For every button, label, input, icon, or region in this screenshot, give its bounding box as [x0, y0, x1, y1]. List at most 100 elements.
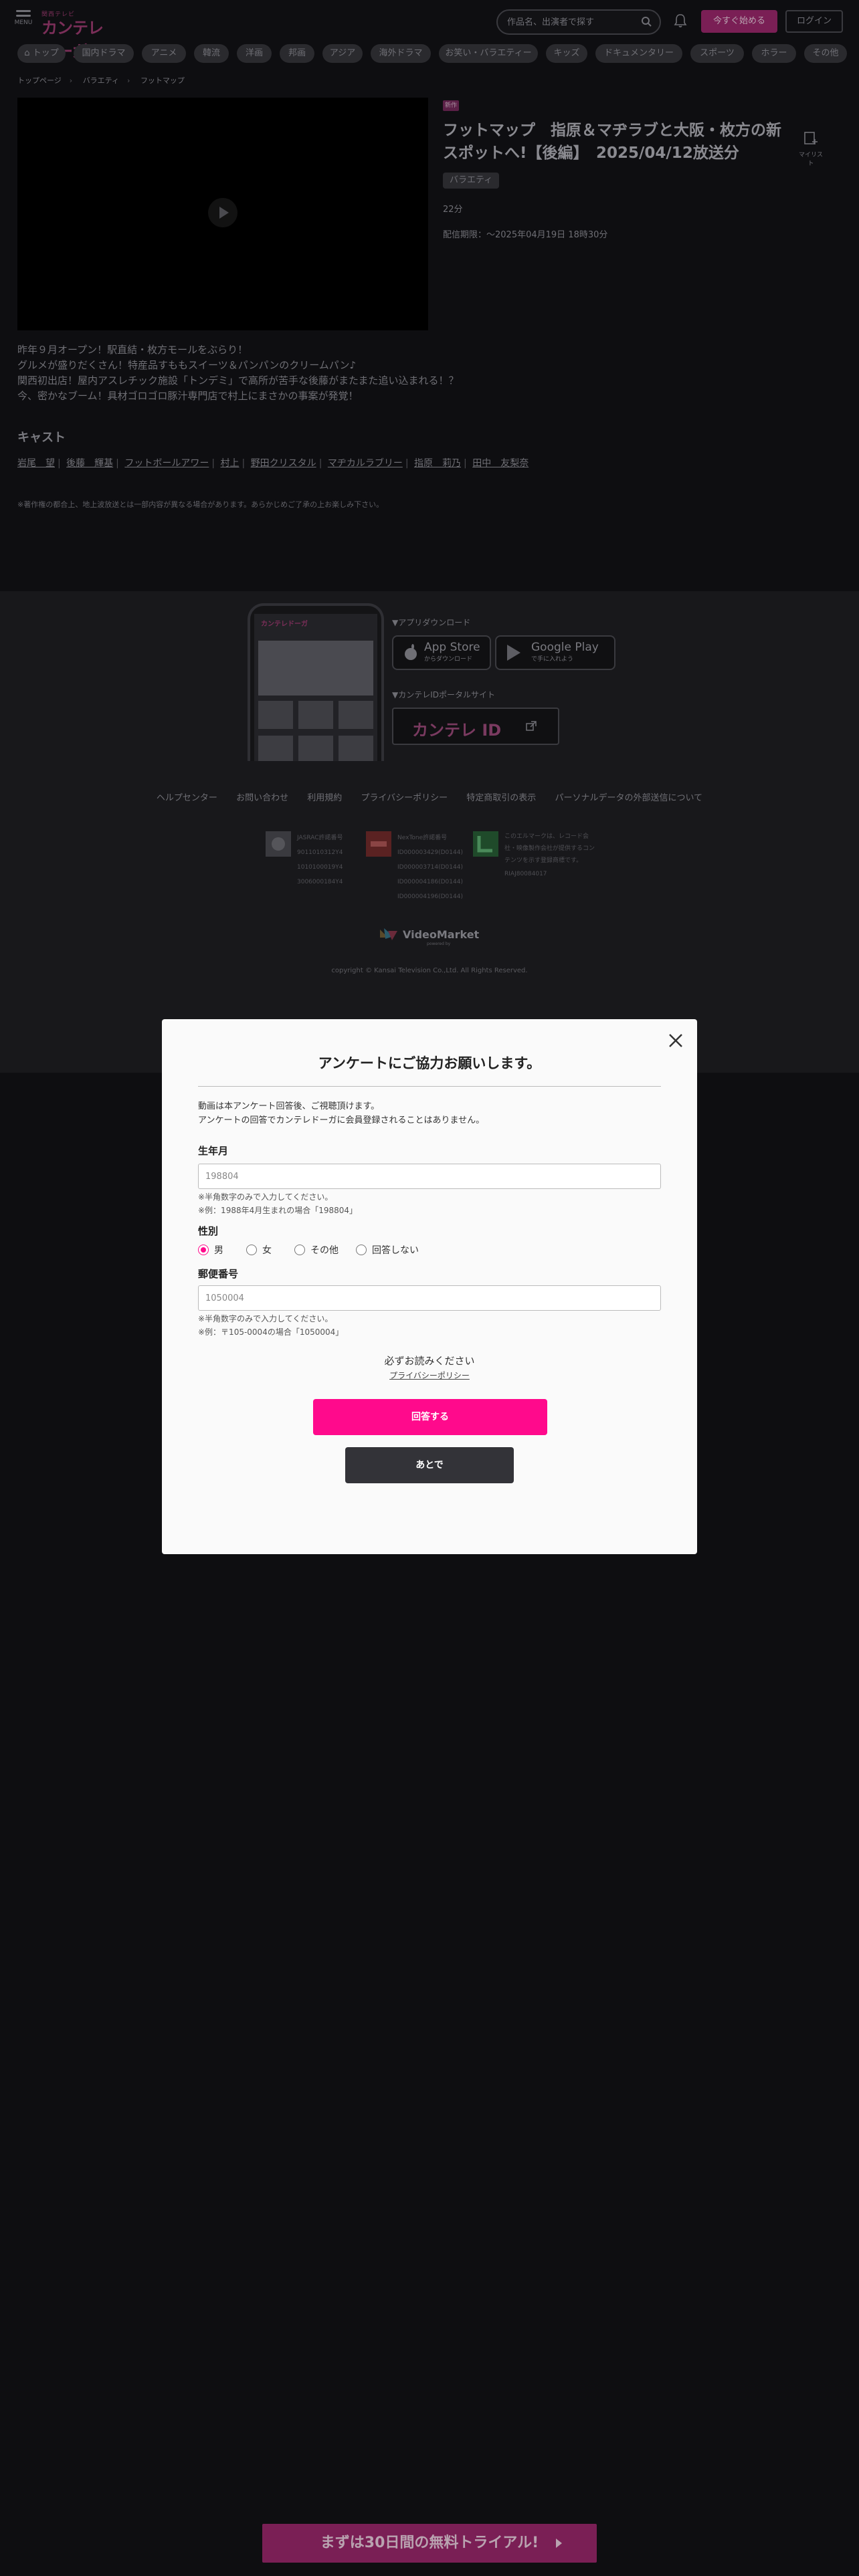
cast-link[interactable]: 指原 莉乃	[414, 458, 461, 469]
cast-heading: キャスト	[17, 431, 66, 445]
nav-item-kids[interactable]: キッズ	[546, 44, 587, 63]
chevron-right-icon: ›	[127, 76, 130, 85]
birth-hints: ※半角数字のみで入力してください。 ※例：1988年4月生まれの場合「19880…	[198, 1192, 358, 1215]
intro-line: 動画は本アンケート回答後、ご視聴頂けます。	[198, 1101, 380, 1111]
modal-divider	[198, 1086, 661, 1087]
phone-thumbnail	[258, 701, 293, 729]
site-footer: カンテレドーガ ▼アプリダウンロード App Store からダウンロード Go…	[0, 591, 859, 1073]
birth-input[interactable]	[198, 1164, 661, 1189]
cast-link[interactable]: 野田クリスタル	[251, 458, 316, 469]
description-line: 今、密かなブーム！具材ゴロゴロ豚汁専門店で村上にまさかの事案が発覚！	[17, 390, 359, 402]
nav-item-sports[interactable]: スポーツ	[690, 44, 744, 63]
program-title: フットマップ 指原＆マヂラブと大阪・枚方の新スポットへ!【後編】 2025/04…	[443, 122, 781, 162]
phone-screen: カンテレドーガ	[254, 614, 377, 761]
start-now-button[interactable]: 今すぐ始める	[701, 10, 777, 33]
commercial-law-link[interactable]: 特定商取引の表示	[466, 793, 536, 803]
nav-item-asia[interactable]: アジア	[322, 44, 363, 63]
privacy-policy-link[interactable]: プライバシーポリシー	[162, 1370, 697, 1381]
submit-button[interactable]: 回答する	[313, 1399, 547, 1435]
nextone-logo-icon	[366, 831, 391, 857]
modal-title: アンケートにご協力お願いします。	[318, 1055, 541, 1071]
cast-link[interactable]: フットボールアワー	[124, 458, 209, 469]
radio-icon	[356, 1245, 367, 1255]
kantele-id-portal-button[interactable]: カンテレ ID	[392, 708, 559, 745]
birth-label: 生年月	[198, 1145, 229, 1157]
video-player[interactable]	[17, 98, 428, 330]
nav-item-anime[interactable]: アニメ	[142, 44, 186, 63]
contact-link[interactable]: お問い合わせ	[236, 793, 288, 803]
chevron-right-icon	[556, 2539, 562, 2548]
cast-link[interactable]: マヂカルラブリー	[328, 458, 403, 469]
breadcrumb-variety[interactable]: バラエティ	[83, 76, 119, 85]
zip-hints: ※半角数字のみで入力してください。 ※例：〒105-0004の場合「105000…	[198, 1314, 344, 1337]
site-logo[interactable]: 関西テレビ カンテレドーガ	[41, 9, 108, 61]
privacy-policy-link[interactable]: プライバシーポリシー	[361, 793, 448, 803]
mylist-label: マイリスト	[798, 152, 823, 167]
free-trial-label: まずは30日間の無料トライアル!	[320, 2535, 539, 2551]
nav-item-western-film[interactable]: 洋画	[237, 44, 272, 63]
nav-item-korean[interactable]: 韓流	[194, 44, 229, 63]
app-store-button[interactable]: App Store からダウンロード	[392, 635, 491, 670]
help-center-link[interactable]: ヘルプセンター	[157, 793, 217, 803]
videomarket-text: VideoMarket	[403, 928, 480, 941]
phone-hero-image	[258, 641, 373, 695]
google-play-button[interactable]: Google Play で手に入れよう	[495, 635, 615, 670]
availability-period: 配信期限：～2025年04月19日 18時30分	[443, 230, 608, 240]
genre-tag[interactable]: バラエティ	[443, 173, 500, 189]
copyright-notice: ※著作権の都合上、地上波放送とは一部内容が異なる場合があります。あらかじめご了承…	[17, 500, 384, 509]
intro-line: アンケートの回答でカンテレドーガに会員登録されることはありません。	[198, 1115, 485, 1125]
nav-item-variety[interactable]: お笑い・バラエティー	[439, 44, 538, 63]
videomarket-logo-icon	[380, 928, 397, 940]
description-line: 昨年９月オープン！駅直結・枚方モールをぶらり！	[17, 344, 248, 356]
search-input[interactable]	[507, 15, 634, 29]
search-box[interactable]	[496, 9, 661, 35]
nav-item-other[interactable]: その他	[804, 44, 847, 63]
later-button[interactable]: あとで	[345, 1447, 514, 1483]
cast-link[interactable]: 田中 友梨奈	[472, 458, 529, 469]
nav-item-japanese-film[interactable]: 邦画	[280, 44, 314, 63]
description-line: 関西初出店！屋内アスレチック施設「トンデミ」で高所が苦手な後藤がまたまた追い込ま…	[17, 374, 459, 387]
close-icon[interactable]	[666, 1031, 685, 1050]
nav-item-horror[interactable]: ホラー	[752, 44, 796, 63]
nav-item-top[interactable]: ⌂ トップ	[17, 44, 66, 63]
cast-link[interactable]: 村上	[221, 458, 240, 469]
apple-icon	[405, 644, 417, 660]
phone-thumbnail	[298, 736, 333, 761]
external-link-icon	[526, 721, 537, 731]
search-icon[interactable]	[641, 16, 652, 27]
nav-item-foreign-drama[interactable]: 海外ドラマ	[371, 44, 431, 63]
cast-link[interactable]: 岩尾 望	[17, 458, 55, 469]
zip-label: 郵便番号	[198, 1268, 239, 1280]
survey-modal: アンケートにご協力お願いします。 動画は本アンケート回答後、ご視聴頂けます。 ア…	[162, 1019, 697, 1554]
breadcrumb-top[interactable]: トップページ	[17, 76, 62, 85]
free-trial-banner[interactable]: まずは30日間の無料トライアル!	[262, 2524, 597, 2563]
program-description: 昨年９月オープン！駅直結・枚方モールをぶらり！ グルメが盛りだくさん！特産品すも…	[17, 342, 686, 404]
google-play-sub: で手に入れよう	[531, 656, 574, 663]
gender-radio-group: 男 女 その他 回答しない	[198, 1243, 466, 1257]
cast-list: 岩尾 望 | 後藤 輝基 | フットボールアワー | 村上 | 野田クリスタル | マヂカ…	[17, 458, 529, 469]
l-mark-cert: このエルマークは、レコード会社・映像製作会社が提供するコンテンツを示す登録商標で…	[472, 831, 606, 911]
breadcrumb: トップページ › バラエティ › フットマップ	[17, 75, 193, 87]
duration-text: 22分	[443, 205, 463, 215]
videomarket-logo: VideoMarket powered by	[379, 926, 486, 946]
nav-item-domestic-drama[interactable]: 国内ドラマ	[74, 44, 134, 63]
radio-icon	[294, 1245, 305, 1255]
terms-link[interactable]: 利用規約	[307, 793, 342, 803]
cast-link[interactable]: 後藤 輝基	[66, 458, 113, 469]
zip-input[interactable]	[198, 1285, 661, 1311]
menu-label: MENU	[14, 19, 33, 26]
bell-icon[interactable]	[673, 13, 688, 28]
login-button[interactable]: ログイン	[785, 10, 843, 33]
phone-logo: カンテレドーガ	[261, 621, 308, 628]
menu-button[interactable]: MENU	[13, 8, 33, 33]
personal-data-link[interactable]: パーソナルデータの外部送信について	[555, 793, 702, 803]
chevron-right-icon: ›	[69, 76, 73, 85]
phone-mockup-image: カンテレドーガ	[248, 603, 384, 761]
new-badge: 新作	[443, 100, 459, 111]
nav-item-documentary[interactable]: ドキュメンタリー	[595, 44, 682, 63]
app-store-sub: からダウンロード	[424, 656, 473, 663]
play-icon[interactable]	[208, 198, 237, 227]
mylist-button[interactable]: マイリスト	[796, 131, 826, 167]
google-play-icon	[507, 645, 520, 661]
jasrac-logo-icon	[266, 831, 291, 857]
